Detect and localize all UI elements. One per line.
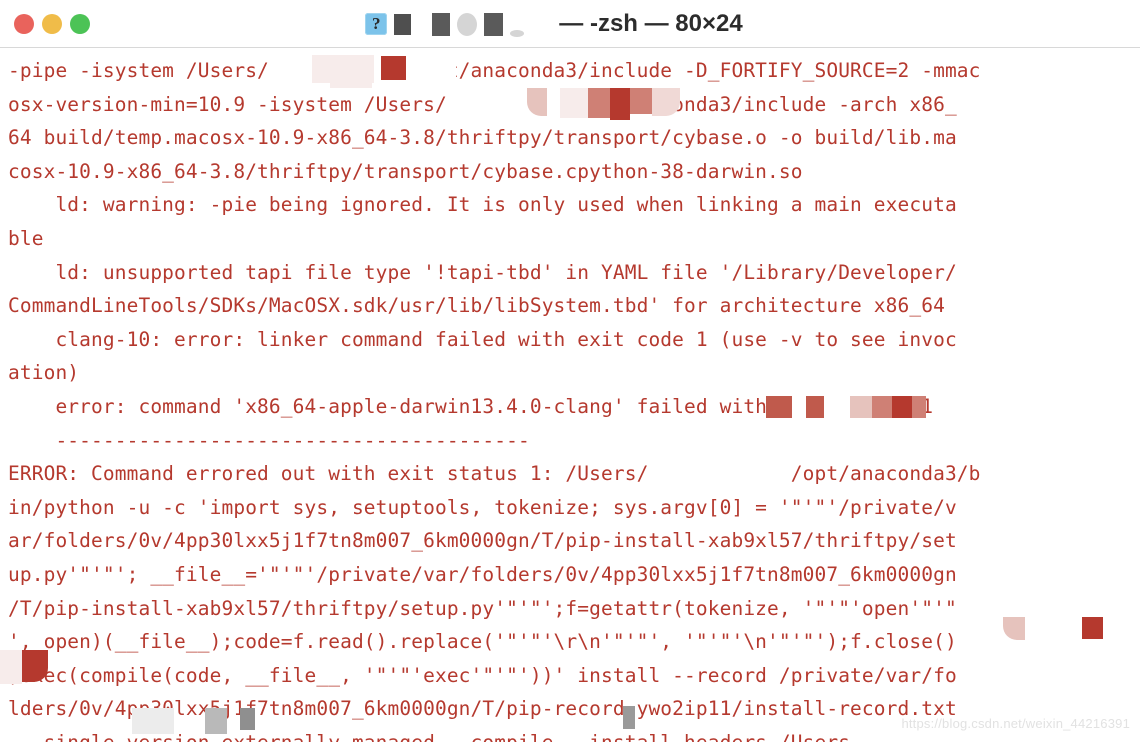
- terminal-line: ble: [8, 226, 44, 250]
- window-title-text: — -zsh — 80×24: [559, 10, 743, 37]
- terminal-line: -pipe -isystem /Users/ /opt/anaconda3/in…: [8, 59, 981, 82]
- terminal-line: ', open)(__file__);code=f.read().replace…: [8, 630, 957, 654]
- terminal-line: ar/folders/0v/4pp30lxx5j1f7tn8m007_6km00…: [8, 529, 957, 553]
- terminal-window: — -zsh — 80×24 -pipe -isystem /Users/ /o…: [0, 0, 1140, 742]
- terminal-cursor: [623, 706, 635, 729]
- question-mark-glyph-icon: [365, 13, 388, 35]
- terminal-line: 64 build/temp.macosx-10.9-x86_64-3.8/thr…: [8, 126, 957, 150]
- terminal-line: ld: warning: -pie being ignored. It is o…: [8, 193, 957, 217]
- terminal-line: ation): [8, 361, 80, 385]
- terminal-line: ERROR: Command errored out with exit sta…: [8, 462, 981, 486]
- terminal-line: /T/pip-install-xab9xl57/thriftpy/setup.p…: [8, 596, 957, 620]
- window-title: — -zsh — 80×24: [0, 0, 1140, 48]
- terminal-line: up.py'"'"'; __file__='"'"'/private/var/f…: [8, 562, 957, 586]
- redacted-title-block-4: [484, 12, 504, 36]
- close-window-button[interactable]: [14, 14, 34, 34]
- redacted-title-block-2: [432, 12, 451, 36]
- terminal-line: ld: unsupported tapi file type '!tapi-tb…: [8, 260, 957, 284]
- window-titlebar: — -zsh — 80×24: [0, 0, 1140, 48]
- minimize-window-button[interactable]: [42, 14, 62, 34]
- terminal-line: cosx-10.9-x86_64-3.8/thriftpy/transport/…: [8, 159, 803, 183]
- terminal-line: osx-version-min=10.9 -isystem /Users/ /o…: [8, 92, 957, 116]
- redacted-title-block-5: [510, 30, 525, 37]
- redacted-title-block-1: [394, 13, 412, 35]
- terminal-line: in/python -u -c 'import sys, setuptools,…: [8, 495, 957, 519]
- terminal-line: clang-10: error: linker command failed w…: [8, 327, 957, 351]
- terminal-output[interactable]: -pipe -isystem /Users/ /opt/anaconda3/in…: [0, 48, 1140, 742]
- maximize-window-button[interactable]: [70, 14, 90, 34]
- terminal-line: CommandLineTools/SDKs/MacOSX.sdk/usr/lib…: [8, 294, 945, 318]
- redacted-title-block-3: [457, 12, 478, 36]
- terminal-line: ;exec(compile(code, __file__, '"'"'exec'…: [8, 663, 957, 687]
- terminal-line: error: command 'x86_64-apple-darwin13.4.…: [8, 394, 934, 418]
- watermark: https://blog.csdn.net/weixin_44216391: [901, 716, 1130, 731]
- window-controls: [14, 14, 90, 34]
- terminal-separator-line: ----------------------------------------: [8, 428, 530, 452]
